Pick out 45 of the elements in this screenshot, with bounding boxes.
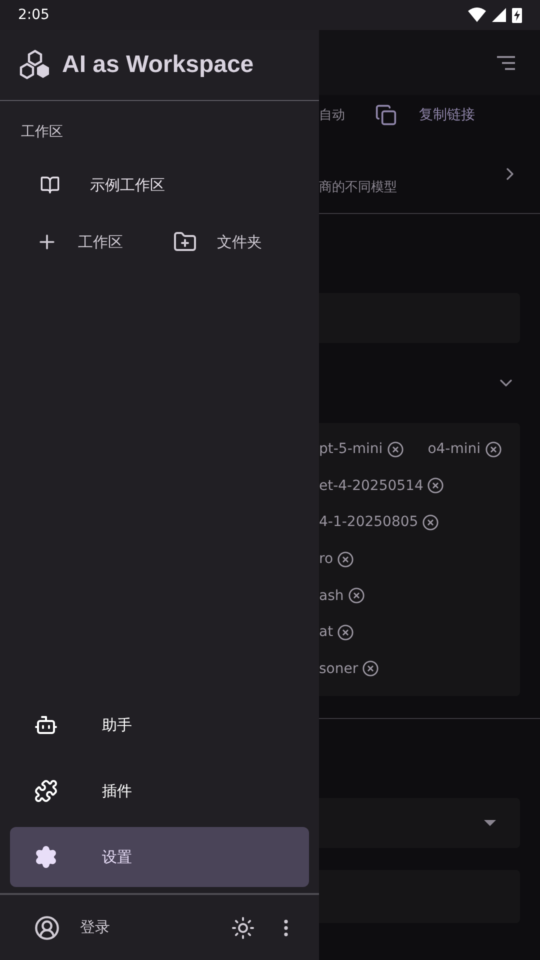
settings-icon bbox=[34, 845, 58, 869]
new-workspace-button[interactable]: 工作区 bbox=[36, 231, 123, 253]
remove-icon[interactable] bbox=[422, 514, 440, 531]
clock-time: 2:05 bbox=[18, 7, 50, 23]
wifi-icon bbox=[468, 7, 486, 23]
remove-icon[interactable] bbox=[337, 624, 354, 641]
input-field[interactable] bbox=[319, 870, 520, 923]
drawer-nav-item[interactable]: 助手 bbox=[10, 695, 309, 755]
hexagon-logo-icon bbox=[18, 49, 52, 81]
model-chip-label: soner bbox=[319, 660, 358, 677]
battery-charging-icon bbox=[512, 8, 522, 22]
remove-icon[interactable] bbox=[337, 550, 354, 568]
section-label: 工作区 bbox=[21, 123, 63, 141]
remove-icon[interactable] bbox=[427, 477, 444, 494]
copy-icon[interactable] bbox=[375, 104, 397, 126]
workspace-item[interactable]: 示例工作区 bbox=[0, 165, 319, 205]
menu-icon[interactable] bbox=[496, 54, 516, 70]
copy-link-button[interactable]: 复制链接 bbox=[419, 106, 475, 124]
sun-icon[interactable] bbox=[231, 916, 255, 940]
drawer-nav-item[interactable]: 设置 bbox=[10, 827, 309, 887]
remove-icon[interactable] bbox=[484, 440, 502, 458]
model-chip-label: ash bbox=[319, 588, 344, 604]
remove-icon[interactable] bbox=[386, 440, 404, 458]
setting-description: 商的不同模型 bbox=[319, 179, 397, 196]
remove-icon[interactable] bbox=[348, 587, 365, 604]
model-chip-label: et-4-20250514 bbox=[319, 478, 424, 494]
user-avatar-icon bbox=[34, 914, 60, 940]
signal-icon bbox=[492, 8, 506, 22]
login-link[interactable]: 登录 bbox=[80, 918, 211, 937]
book-icon bbox=[40, 175, 60, 195]
folder-plus-icon bbox=[173, 230, 197, 254]
model-chip-label: 4-1-20250805 bbox=[319, 514, 418, 530]
setting-text: 自动 bbox=[319, 107, 345, 124]
puzzle-icon bbox=[34, 779, 58, 803]
dropdown-arrow-icon bbox=[484, 820, 496, 826]
remove-icon[interactable] bbox=[362, 660, 380, 678]
app-title: AI as Workspace bbox=[62, 51, 254, 79]
model-chip-label: o4-mini bbox=[428, 441, 481, 458]
model-chip-label: ro bbox=[319, 551, 334, 568]
dropdown-field[interactable] bbox=[319, 798, 520, 848]
new-folder-button[interactable]: 文件夹 bbox=[173, 230, 262, 254]
robot-icon bbox=[34, 713, 58, 737]
model-chip-label: at bbox=[319, 624, 334, 640]
drawer-nav-item[interactable]: 插件 bbox=[10, 761, 309, 821]
model-chip-label: pt-5-mini bbox=[319, 441, 383, 458]
